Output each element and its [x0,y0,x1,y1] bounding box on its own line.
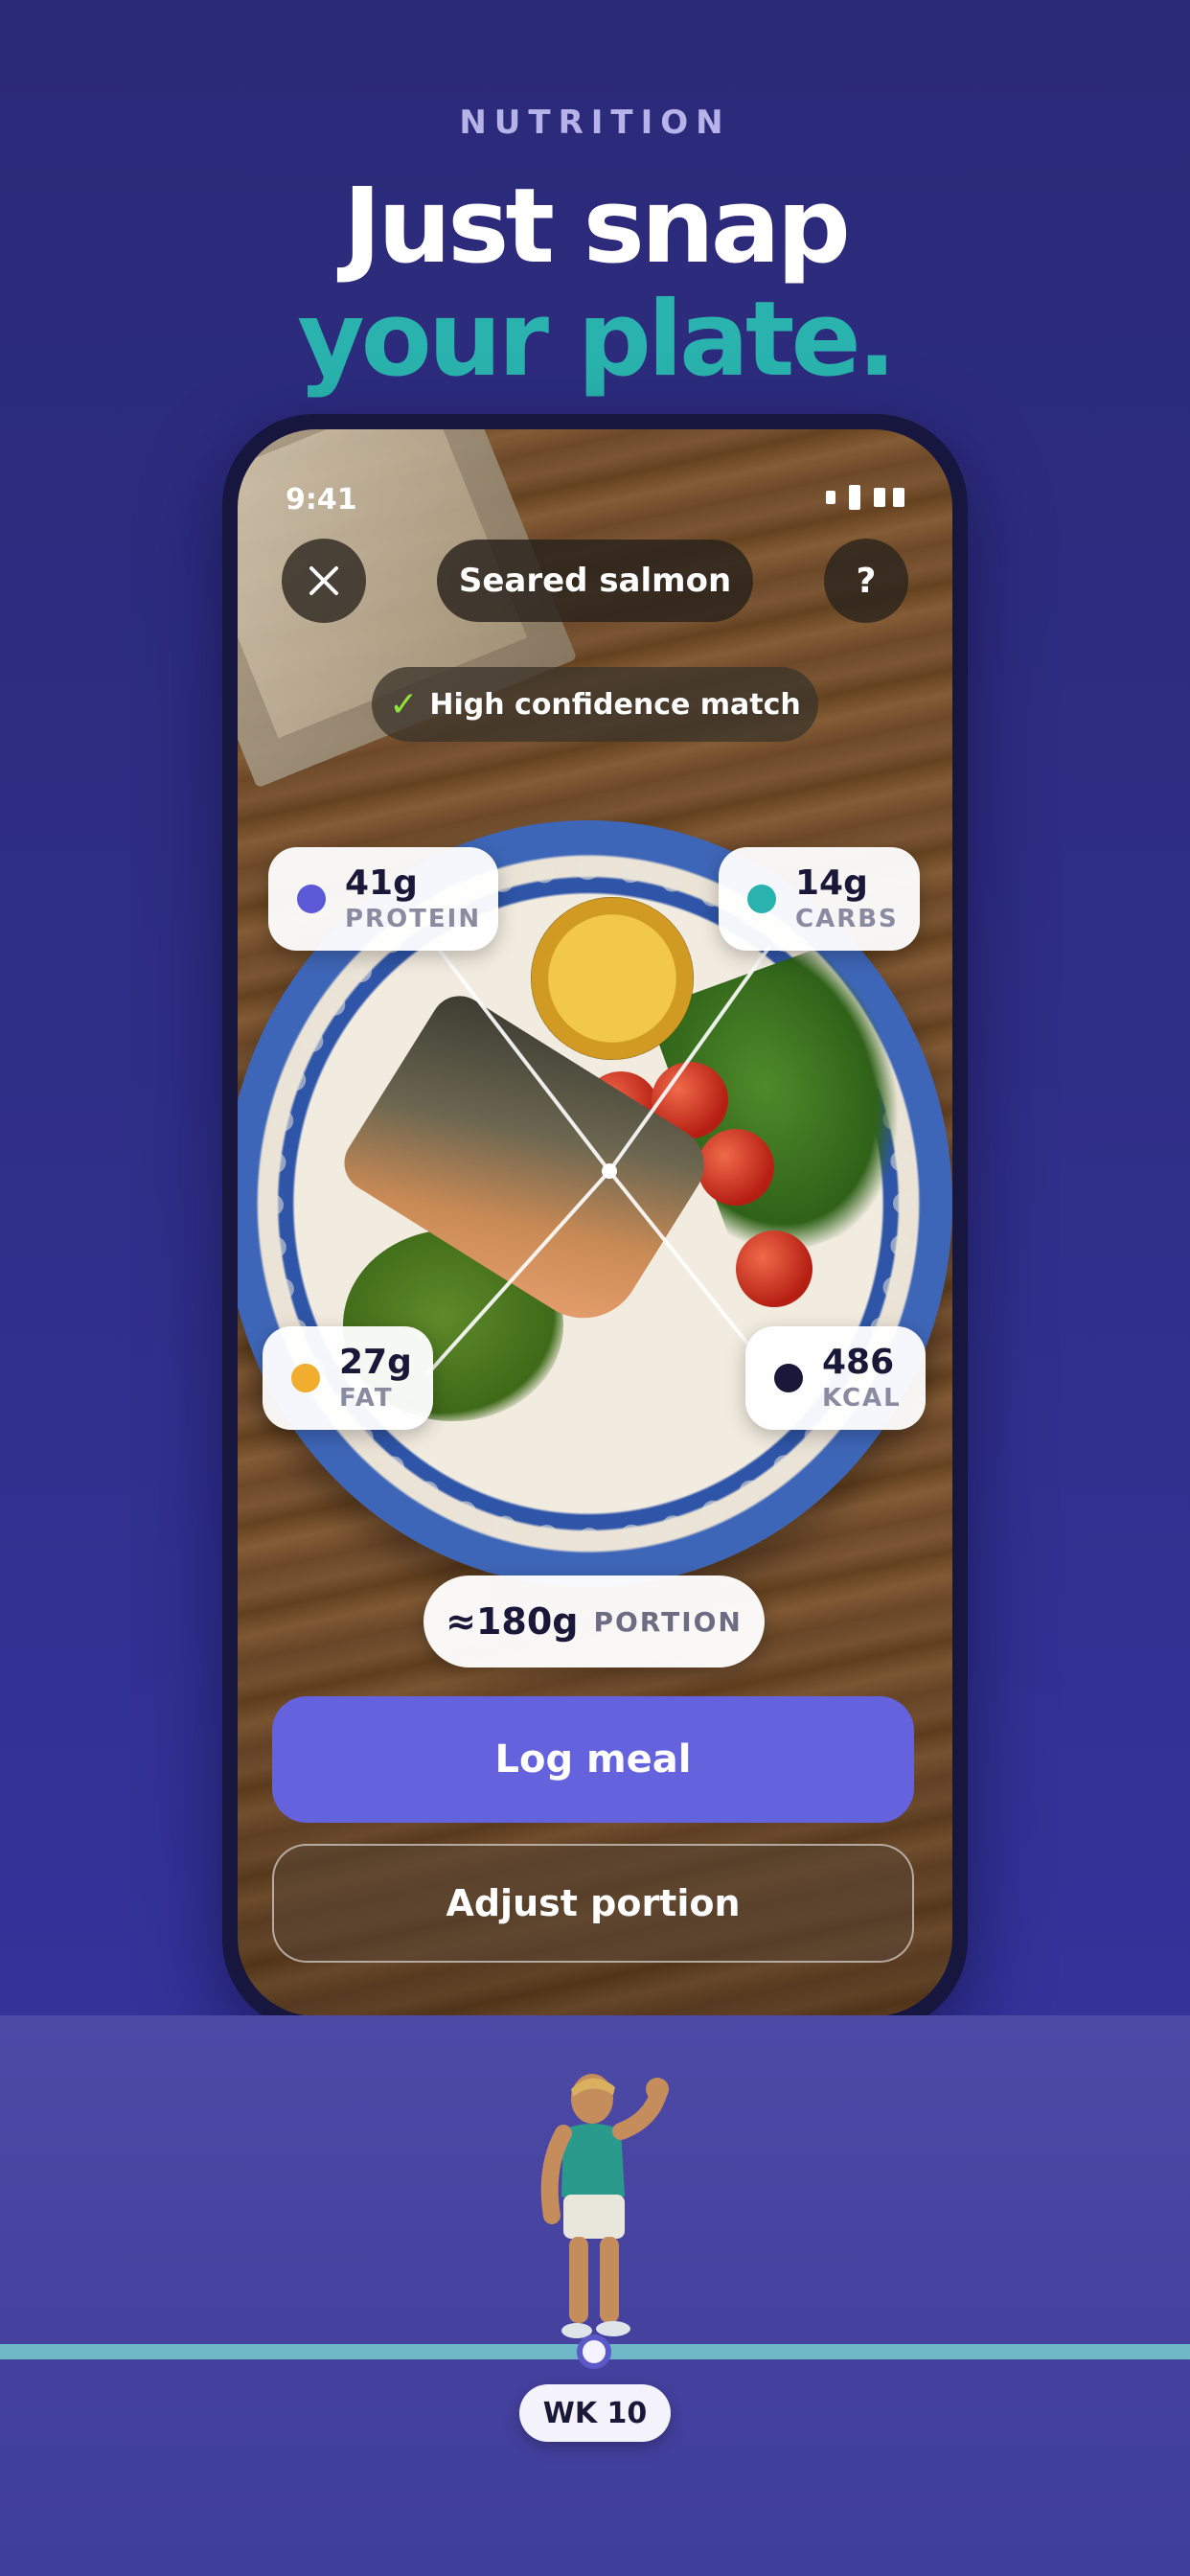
kcal-label: KCAL [822,1384,902,1413]
status-icons [826,485,904,510]
headline-line-2: your plate. [297,280,896,400]
kcal-chip[interactable]: 486 KCAL [745,1326,926,1430]
close-button[interactable] [282,539,366,623]
kcal-dot [774,1364,803,1392]
confidence-label: High confidence match [429,687,801,722]
log-meal-button[interactable]: Log meal [272,1696,914,1823]
camera-screen: 9:41 Seared salmon ? ✓ High confidence m… [238,429,952,2016]
protein-value: 41g [345,863,418,903]
carbs-value: 14g [795,863,868,903]
portion-value: ≈180g [446,1600,579,1643]
confidence-badge: ✓ High confidence match [372,667,818,742]
week-badge: WK 10 [519,2384,671,2442]
fat-label: FAT [339,1384,394,1413]
protein-chip[interactable]: 41g PROTEIN [268,847,498,951]
carbs-dot [747,885,776,913]
portion-label: PORTION [593,1605,743,1638]
food-title-pill[interactable]: Seared salmon [437,540,753,622]
fat-value: 27g [339,1343,412,1382]
close-icon [309,566,338,595]
battery-icon [874,488,904,507]
wifi-icon [849,485,860,510]
check-icon: ✓ [389,684,419,724]
progress-marker [577,2334,611,2369]
mascot-character [540,2074,669,2338]
fat-dot [291,1364,320,1392]
eyebrow-label: NUTRITION [459,104,731,142]
carbs-chip[interactable]: 14g CARBS [719,847,920,951]
portion-pill[interactable]: ≈180g PORTION [423,1576,765,1668]
status-time: 9:41 [286,483,357,517]
protein-dot [297,885,326,913]
fat-chip[interactable]: 27g FAT [263,1326,433,1430]
adjust-portion-button[interactable]: Adjust portion [272,1844,914,1963]
phone-frame: 9:41 Seared salmon ? ✓ High confidence m… [222,414,968,2032]
headline-line-1: Just snap [343,167,851,287]
carbs-label: CARBS [795,905,899,933]
kcal-value: 486 [822,1343,895,1382]
help-button[interactable]: ? [824,539,908,623]
signal-icon [826,491,835,504]
protein-label: PROTEIN [345,905,482,933]
